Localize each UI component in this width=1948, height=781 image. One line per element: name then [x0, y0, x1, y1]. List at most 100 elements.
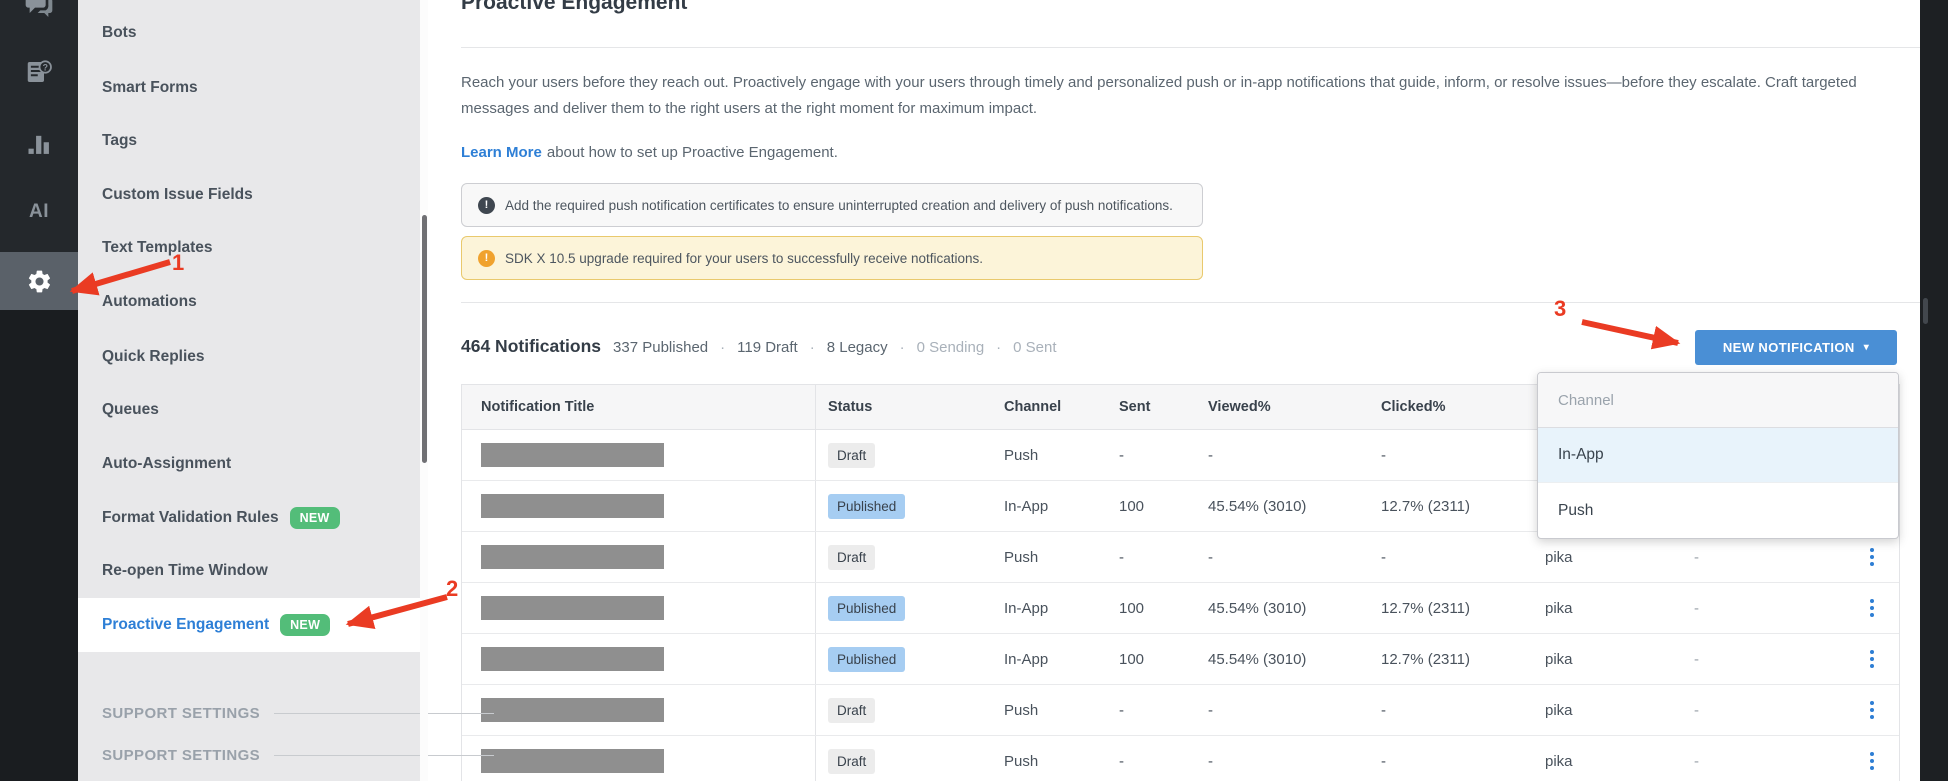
table-row[interactable]: Draft Push - - - pika -: [462, 685, 1899, 736]
clicked-cell: 12.7% (2311): [1381, 650, 1470, 668]
notification-title-placeholder: [481, 545, 664, 569]
kebab-menu-icon[interactable]: [1862, 696, 1882, 724]
kebab-menu-icon[interactable]: [1862, 594, 1882, 622]
learn-more-link[interactable]: Learn More: [461, 144, 542, 161]
right-edge-panel: [1920, 0, 1948, 781]
viewed-cell: 45.54% (3010): [1208, 650, 1307, 668]
table-row[interactable]: Published In-App 100 45.54% (3010) 12.7% (23…: [462, 583, 1899, 634]
status-badge: Draft: [828, 442, 876, 468]
ai-icon[interactable]: AI: [0, 197, 78, 227]
info-exclamation-icon: !: [478, 196, 495, 214]
right-scrollbar-thumb[interactable]: [1923, 298, 1928, 324]
notification-title-placeholder: [481, 494, 664, 518]
sidebar-item-auto-assignment[interactable]: Auto-Assignment: [78, 437, 420, 491]
status-badge: Draft: [828, 697, 876, 723]
new-notification-label: NEW NOTIFICATION: [1722, 340, 1855, 355]
menu-item-label: Proactive Engagement: [102, 616, 270, 633]
page-description: Reach your users before they reach out. …: [461, 74, 1857, 117]
table-row[interactable]: Draft Push - - - pika -: [462, 532, 1899, 583]
icon-rail-lower-fill: [0, 310, 78, 781]
row-actions-cell: [1862, 696, 1882, 724]
annotation-number-3: 3: [1554, 296, 1567, 321]
menu-section-support-settings-1: SUPPORT SETTINGS: [102, 700, 494, 726]
stats-segment: 119 Draft: [737, 339, 798, 356]
sidebar-item-format-validation-rules[interactable]: Format Validation Rules NEW: [78, 491, 420, 545]
created-by-cell: pika: [1545, 650, 1573, 668]
dropdown-option-in-app[interactable]: In-App: [1538, 428, 1898, 483]
ai-icon-label: AI: [29, 201, 49, 222]
row-actions-cell: [1862, 747, 1882, 775]
extra-cell: -: [1694, 752, 1699, 770]
status-badge: Draft: [828, 748, 876, 774]
column-header-clicked-: Clicked%: [1381, 399, 1446, 415]
annotation-number-1: 1: [172, 250, 185, 275]
chevron-down-icon: ▾: [1863, 342, 1870, 353]
sidebar-item-automations[interactable]: Automations: [78, 275, 420, 329]
extra-cell: -: [1694, 701, 1699, 719]
new-notification-button[interactable]: NEW NOTIFICATION ▾: [1695, 330, 1897, 365]
status-badge: Published: [828, 646, 906, 672]
sidebar-item-smart-forms[interactable]: Smart Forms: [78, 61, 420, 115]
table-row[interactable]: Draft Push - - - pika -: [462, 736, 1899, 781]
column-header-sent: Sent: [1119, 399, 1151, 415]
menu-item-label: Queues: [102, 401, 159, 418]
column-header-viewed-: Viewed%: [1208, 399, 1271, 415]
sidebar-item-custom-issue-fields[interactable]: Custom Issue Fields: [78, 168, 420, 222]
viewed-cell: -: [1208, 548, 1213, 566]
stats-segment: 0 Sending: [916, 339, 985, 356]
kebab-menu-icon[interactable]: [1862, 543, 1882, 571]
sidebar-item-bots[interactable]: Bots: [78, 6, 420, 60]
new-badge: NEW: [289, 507, 340, 529]
notification-title-placeholder: [481, 596, 664, 620]
row-actions-cell: [1862, 645, 1882, 673]
menu-scrollbar-thumb[interactable]: [421, 215, 427, 463]
channel-cell: In-App: [1004, 497, 1049, 515]
row-actions-cell: [1862, 543, 1882, 571]
created-by-cell: pika: [1545, 752, 1573, 770]
menu-item-label: Bots: [102, 24, 137, 41]
status-badge: Draft: [828, 544, 876, 570]
new-badge: NEW: [280, 614, 331, 636]
sidebar-item-tags[interactable]: Tags: [78, 114, 420, 168]
sidebar-item-re-open-time-window[interactable]: Re-open Time Window: [78, 544, 420, 598]
notifications-total: 464 Notifications: [461, 336, 602, 356]
clicked-cell: 12.7% (2311): [1381, 599, 1470, 617]
sidebar-item-proactive-engagement[interactable]: Proactive Engagement NEW: [78, 598, 420, 652]
notification-title-cell: [462, 532, 816, 582]
sidebar-item-queues[interactable]: Queues: [78, 383, 420, 437]
stats-segment: 337 Published: [613, 339, 709, 356]
menu-section-support-settings-2: SUPPORT SETTINGS: [102, 742, 494, 768]
channel-dropdown-menu: Channel In-App Push: [1537, 372, 1899, 539]
status-cell: Draft: [816, 748, 990, 774]
conversations-icon[interactable]: [0, 0, 78, 22]
analytics-icon[interactable]: [0, 128, 78, 160]
stats-separator: ·: [720, 339, 726, 356]
learn-more-text: about how to set up Proactive Engagement…: [546, 144, 838, 161]
dropdown-header: Channel: [1538, 373, 1898, 428]
notification-title-placeholder: [481, 698, 664, 722]
faq-icon[interactable]: ?: [0, 56, 78, 88]
sidebar-item-quick-replies[interactable]: Quick Replies: [78, 330, 420, 384]
kebab-menu-icon[interactable]: [1862, 645, 1882, 673]
viewed-cell: -: [1208, 752, 1213, 770]
notification-title-placeholder: [481, 647, 664, 671]
status-cell: Draft: [816, 544, 990, 570]
dropdown-option-push[interactable]: Push: [1538, 483, 1898, 538]
table-row[interactable]: Published In-App 100 45.54% (3010) 12.7% (23…: [462, 634, 1899, 685]
extra-cell: -: [1694, 650, 1699, 668]
extra-cell: -: [1694, 548, 1699, 566]
sent-cell: 100: [1119, 599, 1145, 617]
sidebar-item-text-templates[interactable]: Text Templates: [78, 221, 420, 275]
app-icon-rail: ? AI: [0, 0, 78, 781]
menu-item-label: Text Templates: [102, 239, 213, 256]
sent-cell: -: [1119, 701, 1124, 719]
menu-scrollbar-track[interactable]: [420, 0, 428, 781]
notifications-stats: 464 Notifications 337 Published · 119 Draf…: [461, 336, 1057, 357]
menu-item-label: Custom Issue Fields: [102, 186, 253, 203]
notification-title-cell: [462, 430, 816, 480]
menu-item-label: Format Validation Rules: [102, 509, 279, 526]
svg-text:?: ?: [43, 62, 48, 72]
kebab-menu-icon[interactable]: [1862, 747, 1882, 775]
sidebar-item-settings[interactable]: [0, 252, 78, 310]
status-cell: Published: [816, 646, 990, 672]
